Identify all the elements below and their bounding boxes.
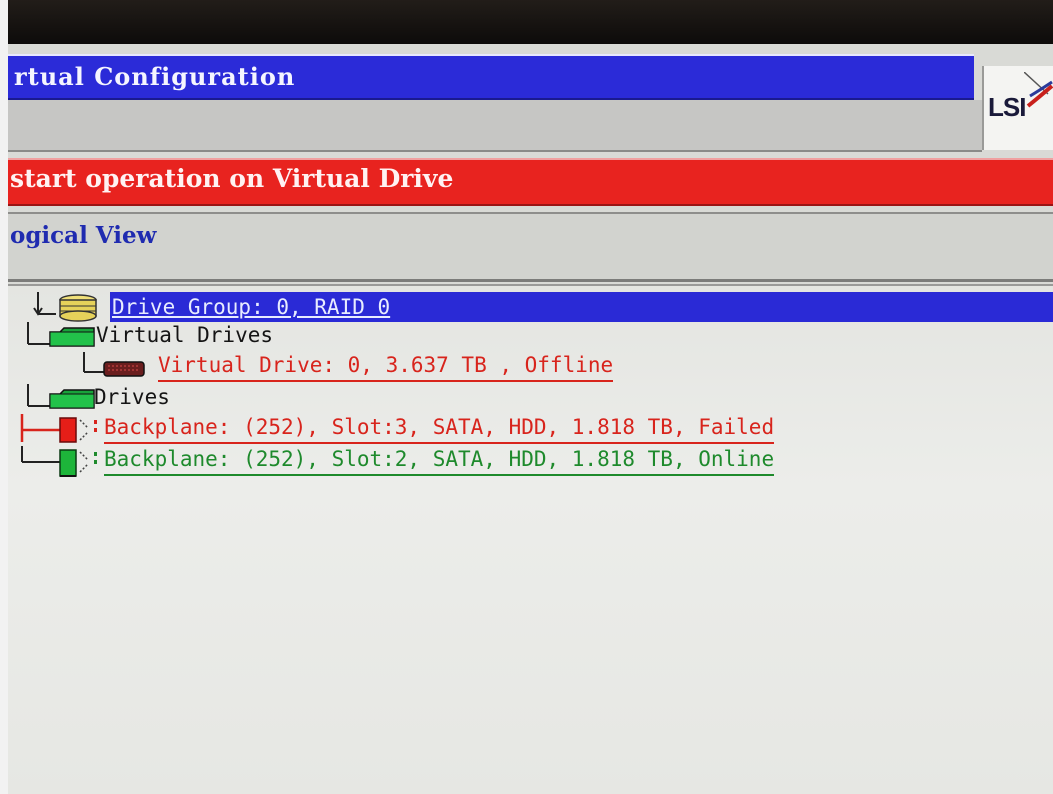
virtual-drive-label: Virtual Drive: 0, 3.637 TB , Offline <box>158 352 614 382</box>
failed-drive-icon <box>20 414 97 443</box>
tree-node-virtual-drives[interactable]: Virtual Drives <box>8 322 408 348</box>
header-band <box>8 100 982 152</box>
tree-node-drives[interactable]: Drives <box>8 384 308 410</box>
view-header: ogical View <box>8 212 1053 282</box>
status-bar: start operation on Virtual Drive <box>8 158 1053 206</box>
disk-stack-icon <box>33 292 97 322</box>
lsi-swoosh-icon <box>1024 72 1053 108</box>
online-drive-icon <box>21 446 97 477</box>
tree-node-drive-group[interactable]: Drive Group: 0, RAID 0 <box>8 292 1053 322</box>
drive-group-label: Drive Group: 0, RAID 0 <box>112 295 391 319</box>
virtual-drives-label: Virtual Drives <box>96 323 274 347</box>
monitor-bezel <box>0 0 1053 44</box>
tree-node-drive-slot-3[interactable]: Backplane: (252), Slot:3, SATA, HDD, 1.8… <box>8 414 968 444</box>
view-title: ogical View <box>10 222 157 249</box>
lsi-logo: LSI <box>982 66 1053 150</box>
bios-screen: rtual Configuration LSI start operation … <box>0 0 1053 794</box>
tree-node-virtual-drive-0[interactable]: Virtual Drive: 0, 3.637 TB , Offline <box>8 352 768 382</box>
virtual-drive-icon <box>83 352 145 377</box>
title-bar: rtual Configuration <box>8 54 974 100</box>
drive-slot-3-label: Backplane: (252), Slot:3, SATA, HDD, 1.8… <box>104 414 775 444</box>
folder-icon <box>27 322 95 347</box>
drives-label: Drives <box>94 385 170 409</box>
folder-icon <box>27 384 95 409</box>
tree-node-drive-slot-2[interactable]: Backplane: (252), Slot:2, SATA, HDD, 1.8… <box>8 446 968 477</box>
photo-left-edge <box>0 0 8 794</box>
drive-slot-2-label: Backplane: (252), Slot:2, SATA, HDD, 1.8… <box>104 446 775 476</box>
logo-text: LSI <box>988 92 1026 122</box>
status-message: start operation on Virtual Drive <box>10 164 454 193</box>
window-title: rtual Configuration <box>14 62 296 91</box>
logical-view-tree: Drive Group: 0, RAID 0 Virtual Drives Vi… <box>8 284 1053 794</box>
